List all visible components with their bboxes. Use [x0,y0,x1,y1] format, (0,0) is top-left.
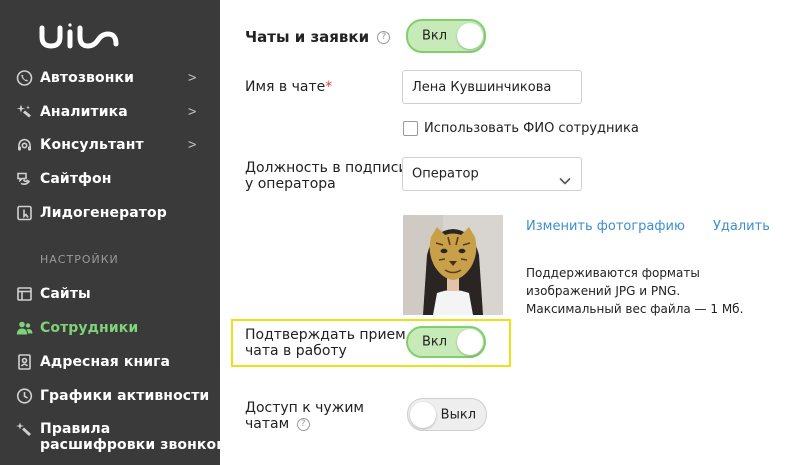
chevron-right-icon: > [188,137,197,153]
help-icon[interactable]: ? [377,31,391,44]
position-select-value: Оператор [412,166,479,182]
sidebar-item-label: Правила расшифровки звонков [40,421,225,453]
sites-icon [16,286,33,303]
transcription-rules-icon [16,422,33,439]
uis-logo[interactable] [38,20,122,50]
sidebar-item-label: Автозвонки [40,70,135,86]
confirm-chat-toggle[interactable]: Вкл [406,326,486,358]
photo-note-line1: Поддерживаются форматы [526,266,700,280]
position-label-line2: у оператора [245,176,336,192]
toggle-label: Вкл [422,28,448,44]
photo-note-line2: изображений JPG и PNG. [526,284,681,298]
sidebar-item-label: Сотрудники [40,320,139,336]
required-mark: * [325,79,333,95]
toggle-knob [410,401,436,428]
chat-name-label-text: Имя в чате [245,79,326,95]
employee-photo [403,215,503,315]
use-full-name-label: Использовать ФИО сотрудника [424,121,639,136]
chat-name-input[interactable] [402,70,582,104]
sidebar-item-label-line2: расшифровки звонков [40,437,226,453]
employees-icon [16,320,33,337]
address-book-icon [16,354,33,371]
position-select[interactable]: Оператор [402,157,582,191]
toggle-knob [457,23,483,49]
settings-section-header: НАСТРОЙКИ [40,253,119,266]
use-full-name-checkbox[interactable] [403,121,418,136]
sidebar-item-label: Аналитика [40,104,128,120]
sidebar-item-activity-schedule[interactable]: Графики активности [0,381,220,411]
sidebar-item-label: Сайты [40,286,91,302]
sidebar-item-label-line1: Правила [40,421,111,437]
sidebar-item-autocalls[interactable]: Автозвонки > [0,63,220,93]
photo-format-note: Поддерживаются форматы изображений JPG и… [526,264,786,318]
analytics-icon [16,104,33,121]
sidebar-item-analytics[interactable]: Аналитика > [0,97,220,127]
position-label-line1: Должность в подписи [245,160,408,176]
sitephone-icon [16,171,33,188]
sidebar-item-label: Сайтфон [40,171,112,187]
chevron-down-icon [559,170,571,185]
chevron-right-icon: > [188,104,197,120]
sidebar-item-label: Адресная книга [40,354,171,370]
consultant-icon [16,137,33,154]
confirm-chat-label-line1: Подтверждать прием [245,327,406,343]
use-full-name-row[interactable]: Использовать ФИО сотрудника [403,121,639,136]
confirm-chat-label-line2: чата в работу [245,343,347,359]
main-content: Чаты и заявки ? Вкл Имя в чате* Использо… [220,0,800,465]
photo-note-line3: Максимальный вес файла — 1 Мб. [526,302,744,316]
activity-schedule-icon [16,388,33,405]
lead-generator-icon [16,205,33,222]
chat-name-label: Имя в чате* [245,79,332,95]
change-photo-link[interactable]: Изменить фотографию [526,219,685,234]
toggle-label: Выкл [440,407,476,422]
confirm-chat-label: Подтверждать прием чата в работу [245,327,406,359]
toggle-label: Вкл [422,334,448,350]
access-foreign-chats-label: Доступ к чужим чатам ? [245,400,364,432]
chats-section-title: Чаты и заявки ? [245,28,391,46]
sidebar-item-label: Графики активности [40,388,210,404]
delete-photo-link[interactable]: Удалить [713,219,770,234]
sidebar-item-employees[interactable]: Сотрудники [0,313,220,343]
sidebar-item-label: Лидогенератор [40,205,167,221]
chevron-right-icon: > [188,70,197,86]
sidebar: Автозвонки > Аналитика > Консультант > С… [0,0,225,465]
sidebar-item-label: Консультант [40,137,144,153]
chats-section-title-text: Чаты и заявки [245,28,370,46]
help-icon[interactable]: ? [296,417,310,431]
access-label-line1: Доступ к чужим [245,400,364,416]
sidebar-item-consultant[interactable]: Консультант > [0,130,220,160]
sidebar-item-lead-generator[interactable]: Лидогенератор [0,198,220,228]
access-label-line2: чатам [245,416,290,432]
sidebar-item-transcription-rules[interactable]: Правила расшифровки звонков [0,417,225,457]
toggle-knob [457,329,483,355]
sidebar-item-address-book[interactable]: Адресная книга [0,347,220,377]
position-label: Должность в подписи у оператора [245,160,407,192]
sidebar-item-sites[interactable]: Сайты [0,279,220,309]
sidebar-item-sitephone[interactable]: Сайтфон [0,164,220,194]
access-foreign-chats-toggle[interactable]: Выкл [407,398,487,431]
phone-call-icon [16,70,33,87]
chats-toggle[interactable]: Вкл [406,19,486,53]
